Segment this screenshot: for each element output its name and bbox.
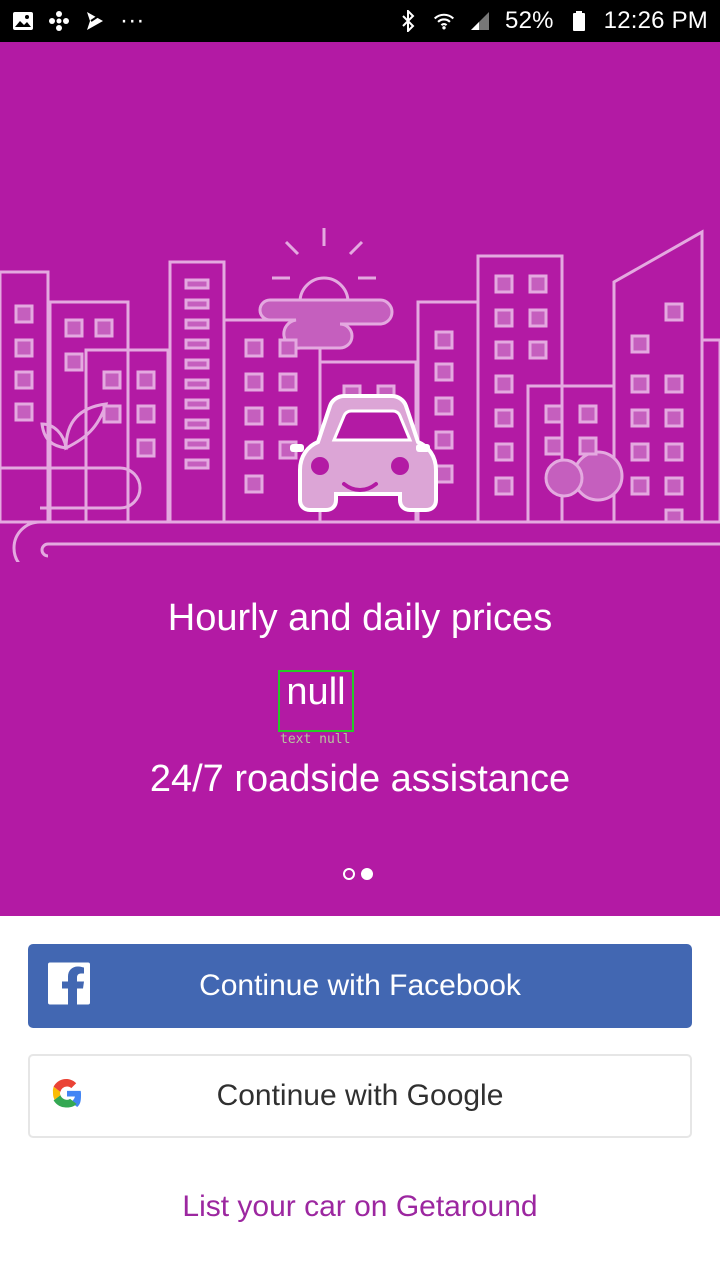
battery-percent: 52% [505, 7, 554, 34]
more-icon: ··· [120, 7, 145, 34]
city-car-illustration [0, 228, 720, 562]
slide-subheadline: 24/7 roadside assistance [149, 758, 571, 800]
google-button-label: Continue with Google [216, 1079, 504, 1112]
list-your-car-link[interactable]: List your car on Getaround [0, 1190, 720, 1224]
page-dot-2[interactable] [361, 868, 373, 880]
google-icon [50, 1077, 84, 1116]
continue-with-facebook-button[interactable]: Continue with Facebook [28, 944, 692, 1028]
facebook-button-label: Continue with Facebook [199, 969, 521, 1002]
car-icon [290, 394, 438, 512]
status-bar: ··· 52% 12:26 PM [0, 0, 720, 42]
placeholder-caption: text null [280, 732, 351, 747]
status-right: 52% 12:26 PM [397, 7, 708, 35]
placeholder-text: null [278, 670, 354, 732]
page-dot-1[interactable] [343, 868, 355, 880]
signal-icon [469, 10, 491, 32]
onboarding-carousel[interactable]: Hourly and daily prices null text null 2… [0, 42, 720, 916]
wifi-icon [433, 10, 455, 32]
bluetooth-icon [397, 10, 419, 32]
clock: 12:26 PM [603, 7, 708, 34]
battery-icon [568, 10, 590, 32]
slide-headline: Hourly and daily prices [167, 597, 553, 639]
gallery-icon [12, 10, 34, 32]
status-left: ··· [12, 7, 145, 35]
page-indicator [343, 868, 373, 880]
facebook-icon [48, 962, 90, 1010]
continue-with-google-button[interactable]: Continue with Google [28, 1054, 692, 1138]
send-icon [84, 10, 106, 32]
fan-icon [48, 10, 70, 32]
